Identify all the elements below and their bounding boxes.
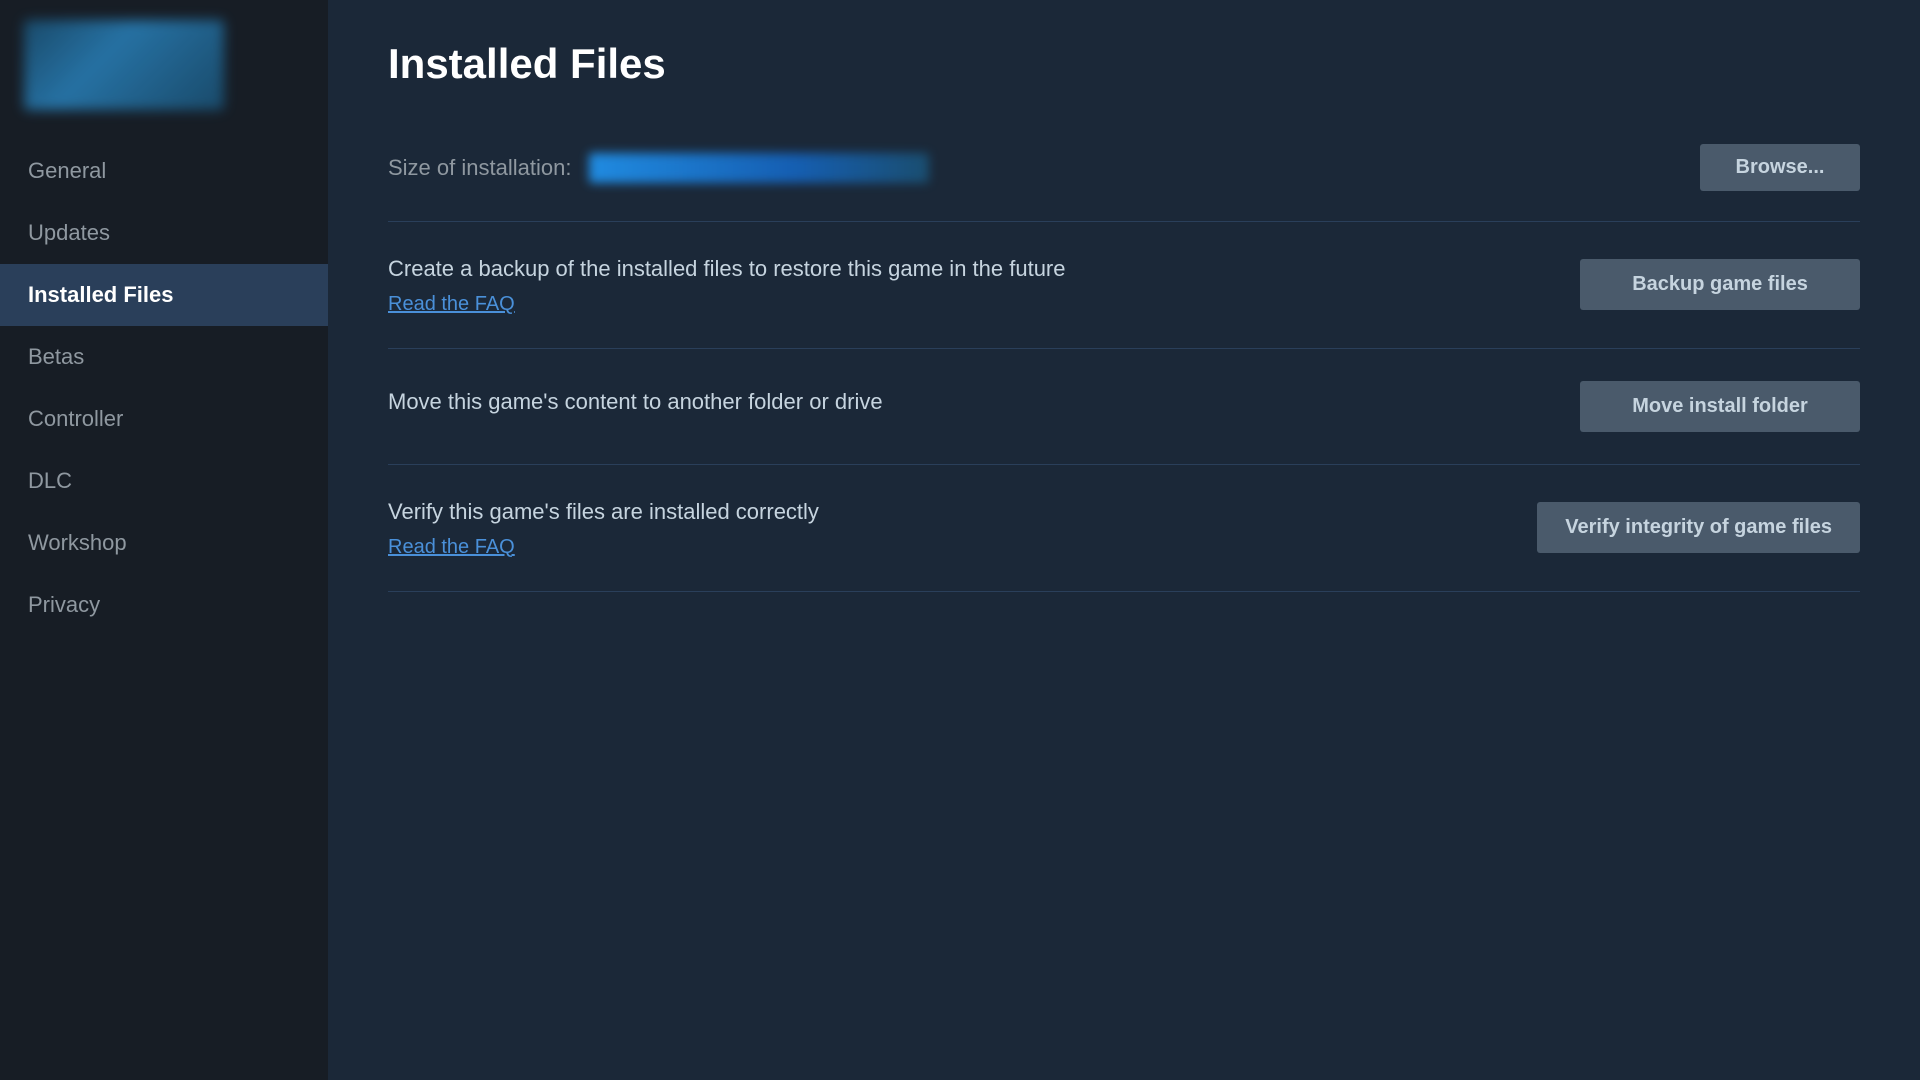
sidebar-item-privacy[interactable]: Privacy [0,574,328,636]
move-folder-section-row: Move this game's content to another fold… [388,349,1860,465]
main-content: Installed Files Size of installation: Br… [328,0,1920,1080]
sidebar-item-betas[interactable]: Betas [0,326,328,388]
move-install-folder-button[interactable]: Move install folder [1580,381,1860,432]
sidebar-navigation: General Updates Installed Files Betas Co… [0,140,328,636]
sidebar-item-installed-files[interactable]: Installed Files [0,264,328,326]
sidebar-item-controller[interactable]: Controller [0,388,328,450]
move-folder-section-text: Move this game's content to another fold… [388,387,1580,426]
backup-faq-link[interactable]: Read the FAQ [388,293,515,315]
browse-button[interactable]: Browse... [1700,144,1860,191]
page-title: Installed Files [388,40,1860,88]
move-folder-description: Move this game's content to another fold… [388,387,1540,418]
install-size-left: Size of installation: [388,153,929,183]
install-size-label: Size of installation: [388,155,571,181]
sidebar-item-general[interactable]: General [0,140,328,202]
backup-game-files-button[interactable]: Backup game files [1580,259,1860,310]
verify-section-row: Verify this game's files are installed c… [388,465,1860,592]
verify-integrity-button[interactable]: Verify integrity of game files [1537,502,1860,553]
install-size-row: Size of installation: Browse... [388,124,1860,222]
backup-description: Create a backup of the installed files t… [388,254,1540,285]
verify-section-text: Verify this game's files are installed c… [388,497,1537,559]
verify-faq-link[interactable]: Read the FAQ [388,536,515,558]
sidebar-item-workshop[interactable]: Workshop [0,512,328,574]
sidebar-item-dlc[interactable]: DLC [0,450,328,512]
backup-section-row: Create a backup of the installed files t… [388,222,1860,349]
install-size-value [589,153,929,183]
backup-section-text: Create a backup of the installed files t… [388,254,1580,316]
sidebar: General Updates Installed Files Betas Co… [0,0,328,1080]
game-logo [24,20,224,110]
verify-description: Verify this game's files are installed c… [388,497,1497,528]
sidebar-item-updates[interactable]: Updates [0,202,328,264]
